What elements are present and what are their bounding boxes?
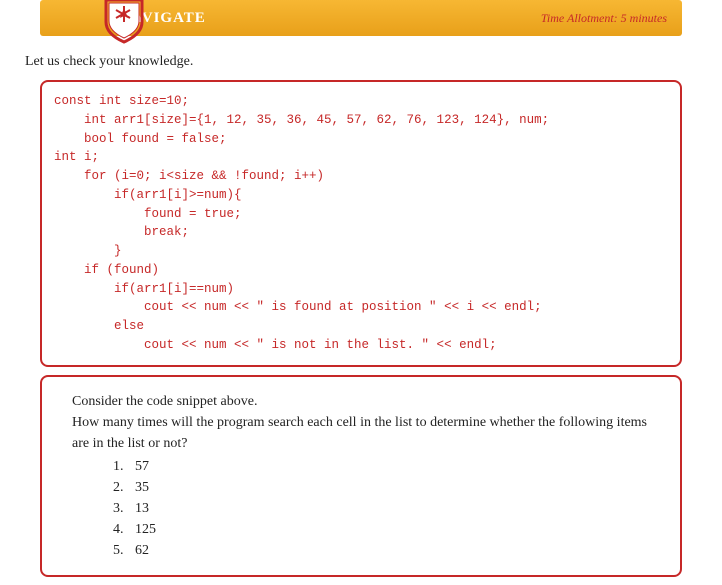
navigate-shield-icon — [102, 0, 146, 44]
intro-text: Let us check your knowledge. — [25, 54, 697, 70]
question-prompt-1: Consider the code snippet above. — [72, 391, 650, 412]
question-box: Consider the code snippet above. How man… — [40, 375, 682, 577]
question-items-list: 57 35 13 125 62 — [127, 456, 650, 561]
question-item: 57 — [127, 456, 650, 477]
header-bar: NAVIGATE Time Allotment: 5 minutes — [40, 0, 682, 36]
question-item: 62 — [127, 540, 650, 561]
code-snippet: const int size=10; int arr1[size]={1, 12… — [40, 80, 682, 367]
question-item: 13 — [127, 498, 650, 519]
question-item: 35 — [127, 477, 650, 498]
question-prompt-2: How many times will the program search e… — [72, 412, 650, 454]
time-allotment: Time Allotment: 5 minutes — [541, 11, 667, 26]
question-item: 125 — [127, 519, 650, 540]
